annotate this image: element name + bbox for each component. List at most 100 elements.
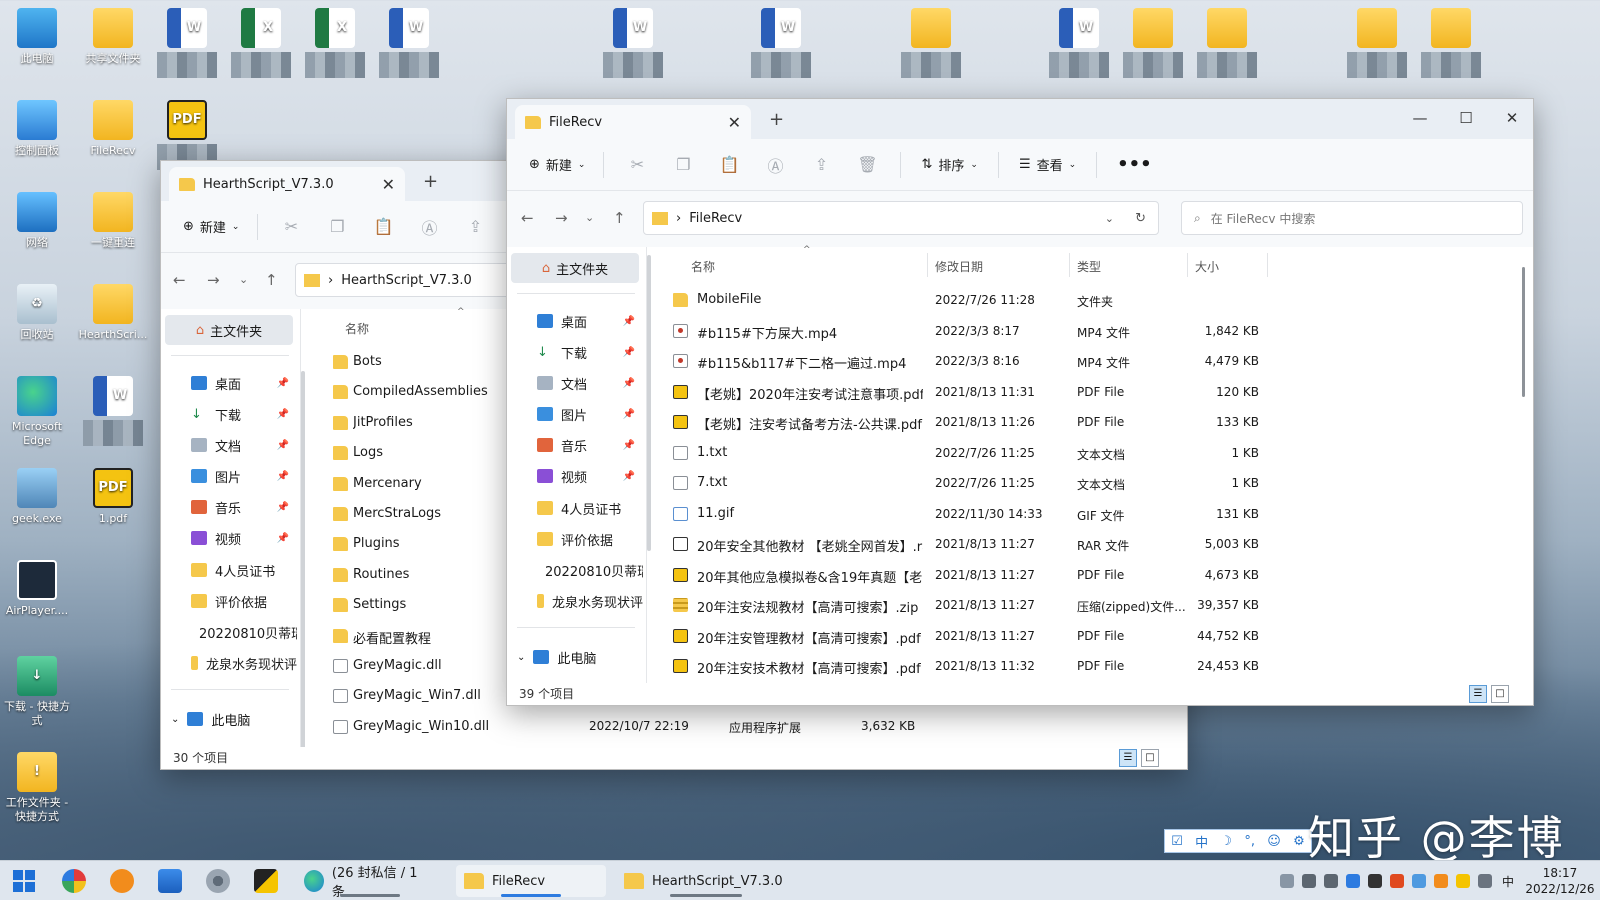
nav-item-desktop[interactable]: 桌面 📌 [507,307,643,335]
up-arrow-icon[interactable]: ↑ [613,209,626,227]
desktop-icon-download-shortcut[interactable]: ↓ 下载 - 快捷方式 [0,656,74,728]
office-tray-icon[interactable] [1389,874,1404,888]
network-tray-icon[interactable] [1411,874,1426,888]
address-dropdown-icon[interactable]: ⌄ [1105,212,1114,225]
close-window-icon[interactable]: ✕ [1489,103,1533,133]
details-view-icon[interactable]: ☰ [1119,749,1137,767]
close-icon[interactable]: ✕ [382,175,395,194]
copy-icon[interactable]: ❐ [660,155,706,174]
nav-item-documents[interactable]: 文档 📌 [161,431,297,459]
nav-home[interactable]: ⌂ 主文件夹 [511,253,639,283]
cut-icon[interactable]: ✂ [268,217,314,236]
desktop-icon-word-doc[interactable]: W [596,8,670,78]
column-modified-header[interactable]: 修改日期 [935,258,983,275]
minimize-icon[interactable]: — [1397,103,1443,133]
desktop-icon-folder[interactable] [894,8,968,78]
chrome-icon[interactable] [62,869,86,893]
tab-filerecv[interactable]: FileRecv ✕ [515,105,751,139]
desktop-icon-folder[interactable] [1340,8,1414,78]
wifi-icon[interactable] [1279,874,1294,888]
bluetooth-icon[interactable] [1345,874,1360,888]
desktop-icon-airplayer[interactable]: AirPlayer.... [0,560,74,618]
table-row[interactable]: #b115&b117#下二格一遍过.mp4 2022/3/3 8:16 MP4 文件… [657,346,1533,376]
desktop-icon-hearthscript[interactable]: HearthScri... [76,284,150,342]
address-bar[interactable]: › HearthScript_V7.3.0 [295,263,515,297]
new-tab-button[interactable]: + [769,109,784,130]
table-row[interactable]: 11.gif 2022/11/30 14:33 GIF 文件 131 KB [657,499,1533,529]
new-tab-button[interactable]: + [423,171,438,192]
recent-chevron-icon[interactable]: ⌄ [585,211,594,224]
ime-chinese-icon[interactable]: 中 [1195,832,1208,851]
view-button[interactable]: ☰ 查看 ⌄ [1009,149,1086,180]
desktop-icon-work-folder-shortcut[interactable]: ! 工作文件夹 - 快捷方式 [0,752,74,824]
ime-settings-icon[interactable]: ⚙ [1293,834,1305,849]
nav-scrollbar[interactable] [647,255,651,551]
desktop-icon-reconnect[interactable]: 一键重连 [76,192,150,250]
desktop-icon-this-pc[interactable]: 此电脑 [0,8,74,66]
table-row[interactable]: 20年注安技术教材【高清可搜索】.pdf 2021/8/13 11:32 PDF F… [657,651,1533,681]
desktop-icon-folder[interactable] [1116,8,1190,78]
table-row[interactable]: 【老姚】2020年注安考试注意事项.pdf 2021/8/13 11:31 PDF … [657,377,1533,407]
share-icon[interactable]: ⇪ [452,217,498,236]
nav-item-folder[interactable]: 20220810贝蒂瑞 [507,556,643,584]
table-row[interactable]: 7.txt 2022/7/26 11:25 文本文档 1 KB [657,468,1533,498]
desktop-icon-word-doc[interactable]: W [150,8,224,78]
maximize-icon[interactable]: ☐ [1443,103,1489,133]
taskbar-app-hearthscript[interactable]: HearthScript_V7.3.0 [616,865,796,897]
desktop-icon-control-panel[interactable]: 控制面板 [0,100,74,158]
table-row[interactable]: 20年注安管理教材【高清可搜索】.pdf 2021/8/13 11:27 PDF F… [657,621,1533,651]
ime-mode-icon[interactable]: ☑ [1171,834,1183,849]
nav-item-downloads[interactable]: ↓ 下载 📌 [161,400,297,428]
nav-item-folder[interactable]: 4人员证书 [507,494,643,522]
volume-muted-icon[interactable] [1323,874,1338,888]
ime-halfwidth-icon[interactable]: ☽ [1220,834,1232,849]
desktop-icon-word-doc[interactable]: W [744,8,818,78]
desktop-icon-filerecv[interactable]: FileRecv [76,100,150,158]
desktop-icon-pdf[interactable]: PDF 1.pdf [76,468,150,526]
cut-icon[interactable]: ✂ [614,155,660,174]
desktop-icon-network[interactable]: 网络 [0,192,74,250]
store-icon[interactable] [158,869,182,893]
tiles-view-icon[interactable]: □ [1491,685,1509,703]
printer-icon[interactable] [1301,874,1316,888]
column-name-header[interactable]: 名称 [691,258,715,275]
table-row[interactable]: 1.txt 2022/7/26 11:25 文本文档 1 KB [657,438,1533,468]
nav-item-desktop[interactable]: 桌面 📌 [161,369,297,397]
tiles-view-icon[interactable]: □ [1141,749,1159,767]
ime-punctuation-icon[interactable]: °, [1244,834,1255,849]
nav-item-videos[interactable]: 视频 📌 [161,524,297,552]
close-icon[interactable]: ✕ [728,113,741,132]
sticky-app-icon[interactable] [254,869,278,893]
settings-gear-icon[interactable] [206,869,230,893]
desktop-icon-word-doc[interactable]: W [76,376,150,446]
address-bar[interactable]: › FileRecv ⌄ ↻ [643,201,1159,235]
desktop-icon-folder[interactable] [1190,8,1264,78]
back-arrow-icon[interactable]: ← [173,271,186,289]
desktop-icon-geek[interactable]: geek.exe [0,468,74,526]
recent-chevron-icon[interactable]: ⌄ [239,273,248,286]
keyboard-icon[interactable] [1477,874,1492,888]
paste-icon[interactable]: 📋 [360,217,406,236]
table-row[interactable]: 2022/10/7 22:19 应用程序扩展 3,632 KB [311,711,1187,741]
clock[interactable]: 18:17 2022/12/26 [1520,865,1600,897]
delete-icon[interactable]: 🗑 [844,155,890,174]
nav-item-this-pc[interactable]: ⌄ 此电脑 [161,705,297,733]
rename-icon[interactable]: Ⓐ [406,215,452,239]
nav-item-downloads[interactable]: ↓ 下载 📌 [507,338,643,366]
nav-item-music[interactable]: 音乐 📌 [507,431,643,459]
tray-app-icon[interactable] [1455,874,1470,888]
tab-hearthscript[interactable]: HearthScript_V7.3.0 ✕ [169,167,405,201]
copy-icon[interactable]: ❐ [314,217,360,236]
nav-item-pictures[interactable]: 图片 📌 [507,400,643,428]
back-arrow-icon[interactable]: ← [521,209,534,227]
table-row[interactable]: 20年安全其他教材 【老姚全网首发】.rar 2021/8/13 11:27 RAR… [657,529,1533,559]
taskbar-app-edge[interactable]: (26 封私信 / 1 条... [296,865,444,900]
nav-item-videos[interactable]: 视频 📌 [507,462,643,490]
desktop-icon-word-doc[interactable]: W [1042,8,1116,78]
paste-icon[interactable]: 📋 [706,155,752,174]
table-row[interactable]: 20年其他应急模拟卷&含19年真题【老... 2021/8/13 11:27 PDF… [657,560,1533,590]
desktop-icon-word-doc[interactable]: W [372,8,446,78]
desktop-icon-shared-folder[interactable]: 共享文件夹 [76,8,150,66]
app-tray-icon[interactable] [1367,874,1382,888]
column-name-header[interactable]: 名称 [345,320,369,337]
